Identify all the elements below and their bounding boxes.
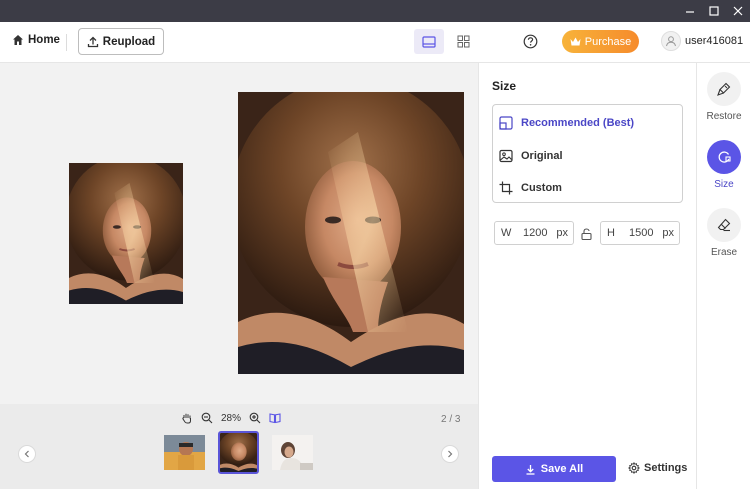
size-options: Recommended (Best) Original Custom: [492, 104, 683, 203]
crown-icon: [570, 37, 581, 46]
gear-icon: [628, 462, 640, 474]
maximize-button[interactable]: [702, 0, 726, 22]
bottom-strip: 28% 2 / 3: [0, 404, 478, 489]
height-value[interactable]: 1500: [629, 227, 653, 239]
thumbnail-2-image: [220, 433, 257, 472]
size-option-label: Custom: [521, 182, 562, 194]
tool-restore-button[interactable]: [707, 72, 741, 106]
aspect-lock-toggle[interactable]: [581, 227, 592, 245]
thumbnail-3[interactable]: [272, 435, 313, 470]
resized-photo: [238, 92, 464, 374]
image-canvas[interactable]: [0, 63, 478, 404]
settings-label: Settings: [644, 462, 688, 474]
brush-icon: [717, 82, 731, 96]
width-value[interactable]: 1200: [523, 227, 547, 239]
height-input[interactable]: H 1500 px: [600, 221, 680, 245]
recommended-size-icon: [499, 116, 513, 130]
size-option-label: Recommended (Best): [521, 117, 635, 129]
download-icon: [526, 464, 535, 475]
zoom-out-icon[interactable]: [201, 412, 213, 424]
close-icon: [733, 6, 743, 16]
width-unit: px: [556, 227, 568, 239]
compare-icon[interactable]: [269, 412, 281, 424]
chevron-left-icon: [24, 450, 29, 458]
size-icon: [718, 151, 731, 163]
zoom-in-icon[interactable]: [249, 412, 261, 424]
width-input[interactable]: W 1200 px: [494, 221, 574, 245]
home-label: Home: [28, 34, 60, 46]
thumbnail-2-selected[interactable]: [218, 431, 259, 474]
tool-restore-label: Restore: [706, 111, 742, 122]
original-photo: [69, 163, 183, 304]
size-option-recommended[interactable]: Recommended (Best): [499, 116, 634, 130]
thumbnail-3-image: [272, 435, 313, 470]
home-button[interactable]: Home: [12, 34, 60, 46]
original-portrait-image: [69, 163, 183, 304]
save-all-label: Save All: [540, 463, 584, 475]
height-unit: px: [662, 227, 674, 239]
page-counter: 2 / 3: [441, 414, 461, 425]
image-icon: [499, 149, 513, 163]
resized-portrait-image: [238, 92, 464, 374]
toolbar-divider: [66, 34, 67, 51]
purchase-label: Purchase: [584, 35, 632, 48]
top-toolbar: Home Reupload Purchase user416081: [0, 22, 750, 63]
tool-erase-label: Erase: [710, 247, 738, 258]
tool-size-button[interactable]: [707, 140, 741, 174]
size-option-original[interactable]: Original: [499, 149, 563, 163]
thumbnail-1-image: [164, 435, 205, 470]
size-option-label: Original: [521, 150, 563, 162]
purchase-button[interactable]: Purchase: [562, 30, 639, 53]
window-titlebar: [0, 0, 750, 22]
reupload-button[interactable]: Reupload: [78, 28, 164, 55]
settings-button[interactable]: Settings: [628, 462, 687, 474]
next-image-button[interactable]: [441, 445, 459, 463]
chevron-right-icon: [448, 450, 453, 458]
tool-rail: Restore Size Erase: [696, 63, 750, 489]
help-button[interactable]: [523, 34, 538, 54]
user-icon: [666, 36, 676, 47]
prev-image-button[interactable]: [18, 445, 36, 463]
minimize-button[interactable]: [678, 0, 702, 22]
grid-view-toggle[interactable]: [450, 29, 476, 54]
tool-size[interactable]: Size: [697, 140, 750, 190]
zoom-level: 28%: [221, 412, 242, 424]
help-icon: [523, 34, 538, 49]
username-label[interactable]: user416081: [685, 35, 743, 47]
upload-icon: [87, 36, 98, 47]
crop-icon: [499, 181, 513, 195]
size-option-custom[interactable]: Custom: [499, 181, 562, 195]
hand-pan-icon[interactable]: [181, 412, 193, 424]
single-view-toggle[interactable]: [414, 29, 444, 54]
zoom-controls: 28%: [181, 412, 281, 424]
height-label: H: [607, 227, 615, 239]
maximize-icon: [709, 6, 719, 16]
grid-view-icon: [457, 35, 469, 48]
panel-title: Size: [492, 79, 517, 93]
reupload-label: Reupload: [102, 35, 156, 48]
tool-size-label: Size: [714, 179, 734, 190]
unlock-icon: [581, 228, 592, 241]
save-all-button[interactable]: Save All: [492, 456, 616, 482]
tool-erase-button[interactable]: [707, 208, 741, 242]
tool-erase[interactable]: Erase: [697, 208, 750, 258]
avatar[interactable]: [661, 31, 681, 51]
thumbnail-1[interactable]: [164, 435, 205, 470]
width-label: W: [501, 227, 512, 239]
home-icon: [13, 35, 23, 45]
eraser-icon: [717, 218, 731, 232]
settings-panel: Size Recommended (Best) Original Custom …: [478, 63, 696, 489]
tool-restore[interactable]: Restore: [697, 72, 750, 122]
minimize-icon: [686, 11, 694, 13]
close-button[interactable]: [726, 0, 750, 22]
single-view-icon: [422, 35, 436, 48]
